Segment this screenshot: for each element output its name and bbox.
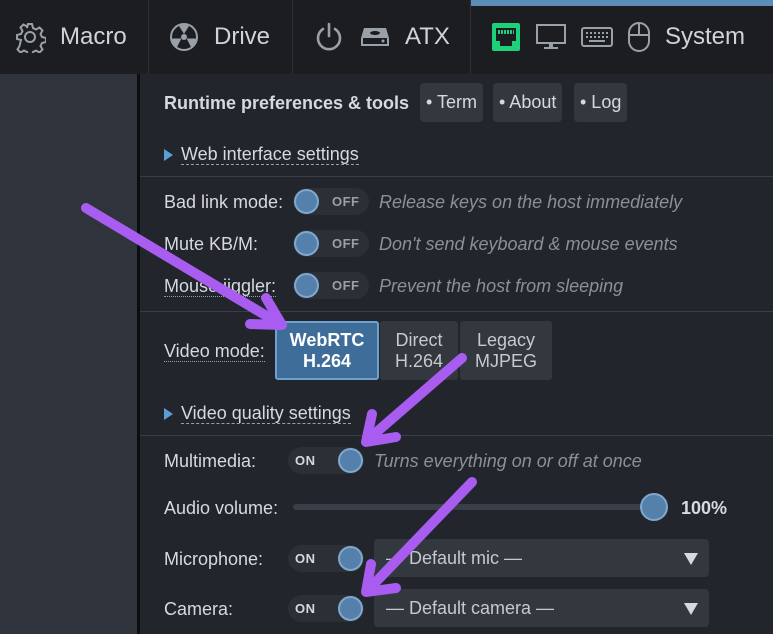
audio-volume-label: Audio volume: bbox=[164, 498, 279, 518]
atx-label: ATX bbox=[405, 23, 450, 50]
macro-label: Macro bbox=[60, 23, 127, 50]
jiggler-hint: Prevent the host from sleeping bbox=[379, 276, 624, 296]
camera-label: Camera: bbox=[164, 599, 234, 619]
hard-drive-icon bbox=[359, 25, 391, 49]
system-menu-button[interactable]: System bbox=[471, 0, 773, 74]
option-line1: WebRTC bbox=[289, 329, 365, 350]
mute-hint: Don't send keyboard & mouse events bbox=[379, 234, 678, 254]
option-line2: MJPEG bbox=[474, 350, 537, 371]
video-mode-webrtc-button[interactable]: WebRTC H.264 bbox=[275, 321, 379, 380]
option-line1: Direct bbox=[395, 329, 443, 350]
toggle-knob bbox=[294, 231, 319, 256]
audio-volume-slider[interactable] bbox=[293, 504, 657, 510]
option-line1: Legacy bbox=[476, 329, 536, 350]
power-icon bbox=[313, 21, 345, 53]
audio-volume-slider-handle[interactable] bbox=[640, 493, 668, 521]
macro-menu-button[interactable]: Macro bbox=[0, 0, 149, 74]
disc-icon bbox=[168, 21, 200, 53]
bad-link-toggle[interactable]: OFF bbox=[293, 188, 369, 215]
bad-link-label: Bad link mode: bbox=[164, 192, 284, 212]
toggle-state: OFF bbox=[332, 236, 360, 251]
camera-select[interactable]: — Default camera — bbox=[374, 589, 709, 627]
toggle-state: ON bbox=[295, 453, 316, 468]
microphone-select-value: — Default mic — bbox=[386, 547, 523, 568]
microphone-select[interactable]: — Default mic — bbox=[374, 539, 709, 577]
video-mode-label-text: Video mode: bbox=[164, 341, 265, 362]
system-menu-panel: Runtime preferences & tools • Term • Abo… bbox=[140, 74, 773, 634]
expand-triangle-icon bbox=[164, 149, 173, 162]
web-settings-expander[interactable]: Web interface settings bbox=[164, 144, 359, 165]
multimedia-hint: Turns everything on or off at once bbox=[374, 451, 642, 471]
menu-title: Runtime preferences & tools bbox=[164, 93, 410, 113]
expand-triangle-icon bbox=[164, 408, 173, 421]
mouse-icon bbox=[627, 21, 651, 53]
video-mode-label: Video mode: bbox=[164, 341, 265, 362]
separator bbox=[140, 311, 773, 312]
chevron-down-icon bbox=[684, 553, 698, 565]
microphone-label: Microphone: bbox=[164, 549, 264, 569]
video-mode-direct-button[interactable]: Direct H.264 bbox=[380, 321, 458, 380]
toggle-knob bbox=[294, 273, 319, 298]
ethernet-icon bbox=[491, 22, 521, 52]
multimedia-toggle[interactable]: ON bbox=[288, 447, 364, 474]
web-settings-label: Web interface settings bbox=[181, 144, 359, 165]
video-quality-expander[interactable]: Video quality settings bbox=[164, 403, 351, 424]
multimedia-label: Multimedia: bbox=[164, 451, 257, 471]
chevron-down-icon bbox=[684, 603, 698, 615]
jiggler-label: Mouse jiggler: bbox=[164, 276, 277, 297]
monitor-icon bbox=[535, 23, 567, 51]
video-quality-label: Video quality settings bbox=[181, 403, 351, 424]
term-button[interactable]: • Term bbox=[420, 83, 483, 122]
camera-toggle[interactable]: ON bbox=[288, 595, 364, 622]
stream-background bbox=[0, 74, 137, 634]
jiggler-label-text: Mouse jiggler: bbox=[164, 276, 277, 297]
about-button[interactable]: • About bbox=[493, 83, 563, 122]
mute-toggle[interactable]: OFF bbox=[293, 230, 369, 257]
gear-icon bbox=[14, 21, 46, 53]
drive-menu-button[interactable]: Drive bbox=[149, 0, 293, 74]
option-line2: H.264 bbox=[394, 350, 444, 371]
toggle-state: OFF bbox=[332, 278, 360, 293]
bad-link-hint: Release keys on the host immediately bbox=[379, 192, 683, 212]
audio-volume-value: 100% bbox=[681, 498, 728, 518]
option-line2: H.264 bbox=[302, 350, 352, 371]
jiggler-toggle[interactable]: OFF bbox=[293, 272, 369, 299]
top-navigation-bar: Macro Drive ATX System bbox=[0, 0, 773, 74]
log-button[interactable]: • Log bbox=[574, 83, 628, 122]
toggle-state: ON bbox=[295, 551, 316, 566]
toggle-state: ON bbox=[295, 601, 316, 616]
toggle-knob bbox=[338, 448, 363, 473]
drive-label: Drive bbox=[214, 23, 271, 50]
toggle-knob bbox=[338, 596, 363, 621]
video-mode-legacy-button[interactable]: Legacy MJPEG bbox=[460, 321, 552, 380]
separator bbox=[140, 435, 773, 436]
microphone-toggle[interactable]: ON bbox=[288, 545, 364, 572]
separator bbox=[140, 176, 773, 177]
camera-select-value: — Default camera — bbox=[386, 597, 555, 618]
toggle-knob bbox=[338, 546, 363, 571]
atx-menu-button[interactable]: ATX bbox=[293, 0, 471, 74]
keyboard-icon bbox=[581, 26, 613, 48]
mute-label: Mute KB/M: bbox=[164, 234, 259, 254]
system-label: System bbox=[665, 23, 746, 50]
toggle-state: OFF bbox=[332, 194, 360, 209]
toggle-knob bbox=[294, 189, 319, 214]
